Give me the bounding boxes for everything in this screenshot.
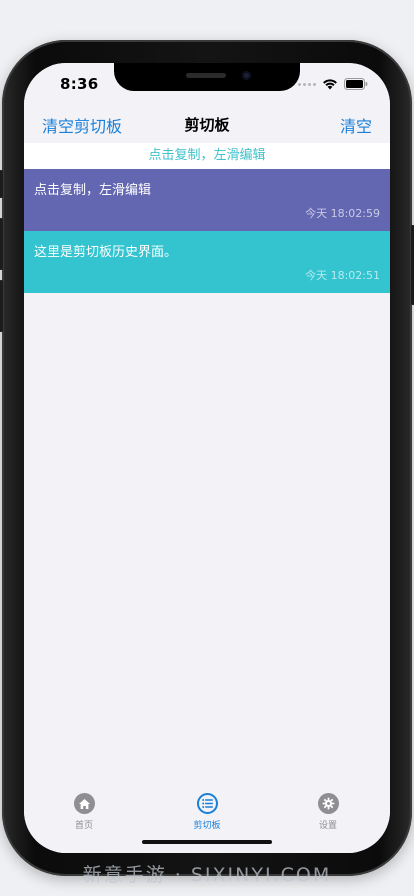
speaker-grille	[186, 73, 226, 78]
side-button-left-3	[0, 280, 3, 332]
notch	[114, 63, 300, 91]
tab-home[interactable]: 首页	[44, 793, 124, 831]
status-icons	[298, 78, 368, 90]
status-time: 8:36	[60, 75, 99, 93]
clear-clipboard-button[interactable]: 清空剪切板	[42, 113, 122, 137]
signal-icon	[298, 82, 316, 86]
navigation-bar: 清空剪切板 剪切板 清空	[24, 107, 390, 141]
home-indicator	[142, 840, 272, 844]
clipboard-item-time: 今天 18:02:59	[305, 207, 380, 220]
watermark: 新意手游 · SIXINYI.COM	[82, 864, 332, 886]
clipboard-item[interactable]: 这里是剪切板历史界面。 今天 18:02:51	[24, 231, 390, 293]
tab-settings-label: 设置	[318, 821, 337, 831]
side-button-left-1	[0, 170, 3, 198]
clipboard-item[interactable]: 点击复制，左滑编辑 今天 18:02:59	[24, 169, 390, 231]
home-icon	[73, 793, 95, 814]
battery-icon	[344, 78, 368, 90]
clipboard-item-text: 这里是剪切板历史界面。	[34, 245, 178, 260]
list-icon	[196, 793, 218, 814]
clear-button[interactable]: 清空	[340, 113, 372, 137]
tab-clipboard[interactable]: 剪切板	[167, 793, 247, 831]
phone-screen: 8:36 清空剪切板 剪切板 清空 点击复制，左滑编辑 点击复制，左滑编辑 今天…	[24, 63, 390, 853]
wifi-icon	[323, 79, 337, 90]
front-camera-icon	[242, 71, 251, 80]
gear-icon	[317, 793, 339, 814]
clipboard-item-text: 点击复制，左滑编辑	[34, 183, 152, 198]
tab-settings[interactable]: 设置	[288, 793, 368, 831]
clipboard-history-list: 点击复制，左滑编辑 今天 18:02:59 这里是剪切板历史界面。 今天 18:…	[24, 169, 390, 293]
hint-banner: 点击复制，左滑编辑	[24, 143, 390, 169]
side-button-left-2	[0, 218, 3, 270]
clipboard-item-time: 今天 18:02:51	[305, 269, 380, 282]
tab-clipboard-label: 剪切板	[193, 821, 221, 831]
tab-home-label: 首页	[74, 821, 93, 831]
